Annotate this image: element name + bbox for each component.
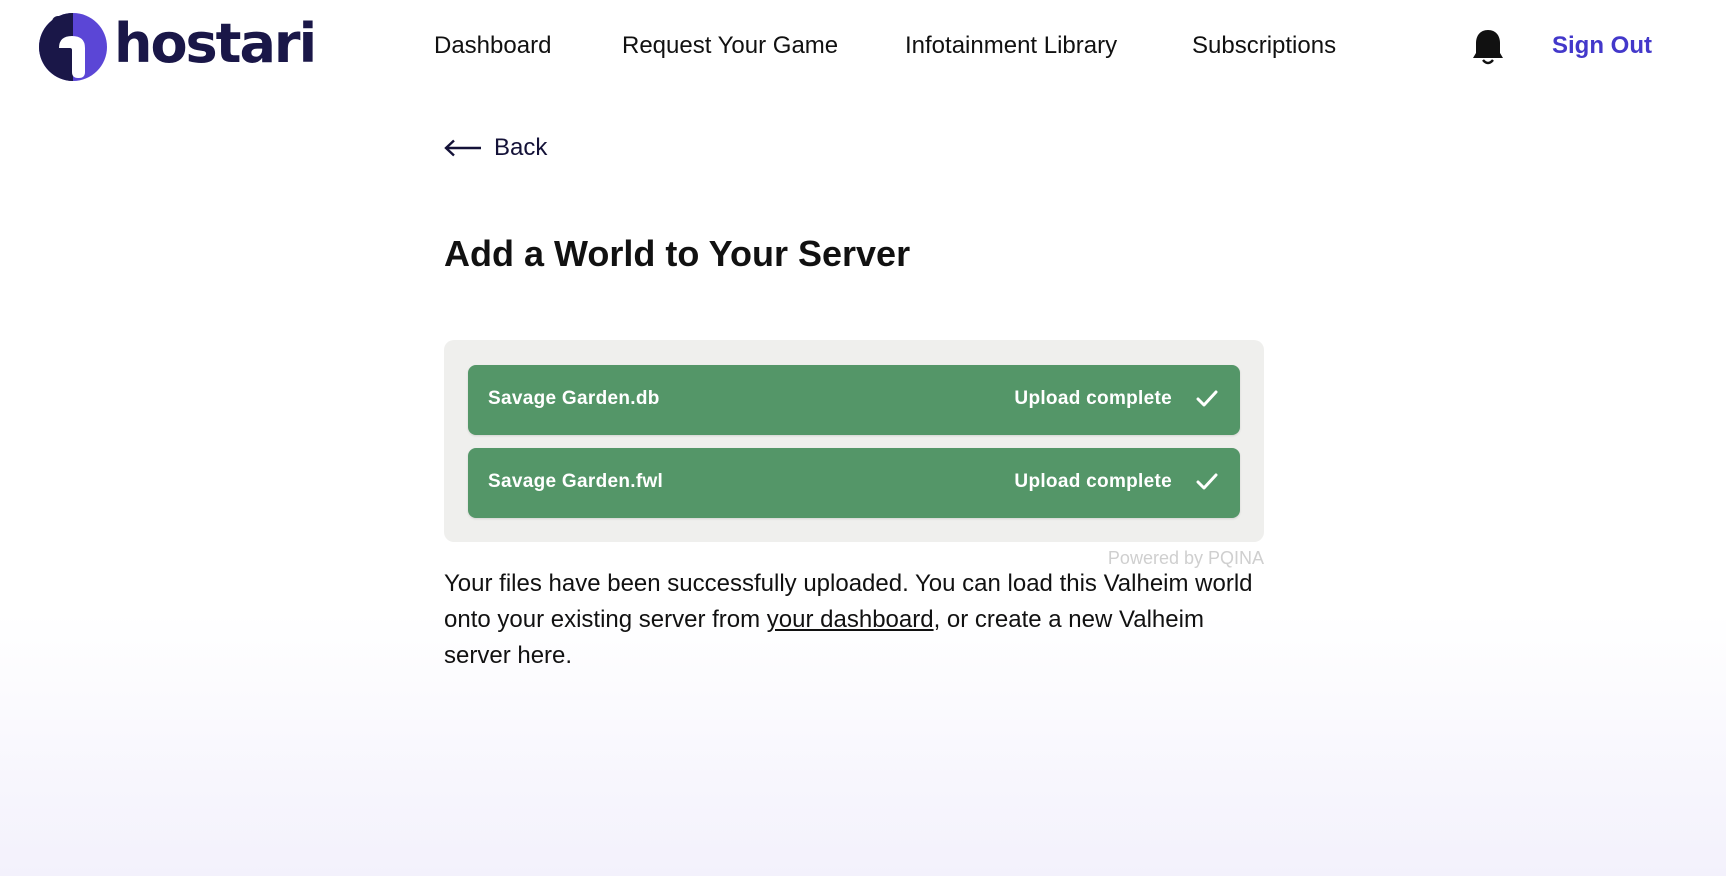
checkmark-icon bbox=[1196, 390, 1218, 407]
dashboard-link[interactable]: your dashboard bbox=[767, 606, 934, 633]
nav-dashboard[interactable]: Dashboard bbox=[434, 30, 551, 62]
upload-status: Upload complete bbox=[1014, 388, 1172, 409]
checkmark-icon bbox=[1196, 473, 1218, 490]
hostari-logo[interactable]: hostari bbox=[38, 12, 317, 82]
bell-icon[interactable] bbox=[1471, 28, 1505, 66]
uploaded-file-item: Savage Garden.fwl Upload complete bbox=[468, 448, 1240, 518]
logo-mark-icon bbox=[39, 13, 107, 81]
arrow-left-icon bbox=[444, 139, 481, 157]
sign-out-link[interactable]: Sign Out bbox=[1552, 30, 1652, 62]
page-title: Add a World to Your Server bbox=[444, 233, 911, 274]
top-nav-bar: hostari Dashboard Request Your Game Info… bbox=[0, 0, 1726, 96]
file-name: Savage Garden.fwl bbox=[488, 471, 664, 492]
file-name: Savage Garden.db bbox=[488, 388, 660, 409]
upload-success-message: Your files have been successfully upload… bbox=[444, 566, 1264, 674]
file-upload-dropzone[interactable]: Savage Garden.db Upload complete Savage … bbox=[444, 340, 1264, 542]
nav-request-your-game[interactable]: Request Your Game bbox=[622, 30, 838, 62]
back-link[interactable]: Back bbox=[444, 132, 547, 164]
back-label: Back bbox=[494, 134, 548, 161]
nav-infotainment-library[interactable]: Infotainment Library bbox=[905, 30, 1117, 62]
logo-wordmark: hostari bbox=[114, 12, 317, 75]
upload-status: Upload complete bbox=[1014, 471, 1172, 492]
uploaded-file-item: Savage Garden.db Upload complete bbox=[468, 365, 1240, 435]
nav-subscriptions[interactable]: Subscriptions bbox=[1192, 30, 1336, 62]
